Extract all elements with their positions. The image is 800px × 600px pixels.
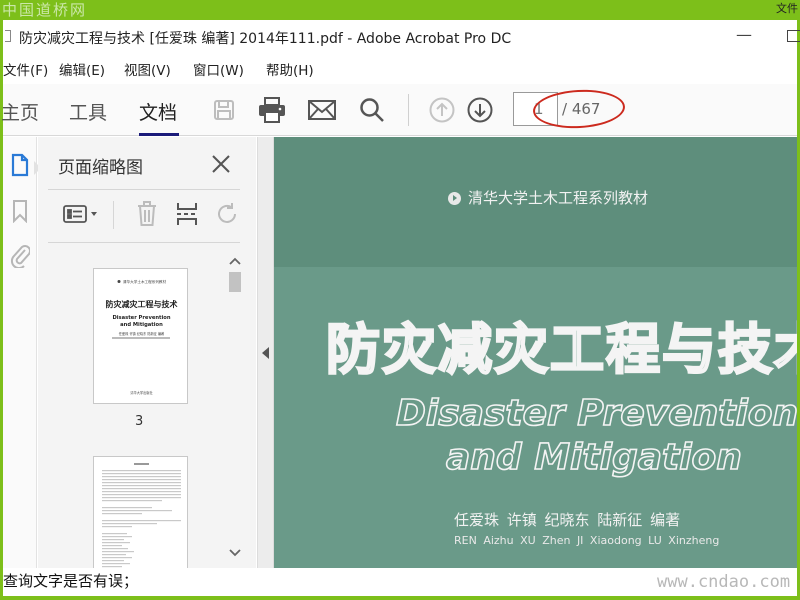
menu-bar: 文件(F) 编辑(E) 视图(V) 窗口(W) 帮助(H) <box>3 56 797 80</box>
thumbnail-en-title-1: Disaster Prevention <box>112 315 170 321</box>
attachments-button[interactable] <box>7 241 33 269</box>
panel-splitter[interactable] <box>257 137 274 568</box>
window-title-bar: 防灾减灾工程与技术 [任爱珠 编著] 2014年111.pdf - Adobe … <box>3 20 800 54</box>
cover-authors-chinese: 任爱珠 许镇 纪晓东 陆新征 编著 <box>454 511 681 529</box>
toolbar-separator <box>408 94 409 126</box>
thumbnail-cover-preview: 清华大学土木工程系列教材 防灾减灾工程与技术 Disaster Preventi… <box>106 279 178 395</box>
window-title: 防灾减灾工程与技术 [任爱珠 编著] 2014年111.pdf - Adobe … <box>19 31 512 47</box>
page-thumbnails-icon <box>11 153 29 177</box>
insert-page-icon <box>177 203 197 225</box>
rotate-page-button[interactable] <box>212 199 242 229</box>
close-icon <box>212 155 230 173</box>
scroll-up-arrow[interactable] <box>228 254 242 268</box>
page-thumbnails-panel: 页面缩略图 清华大学土木工程系列教材 防灾减灾工程与技术 Disaster Pr… <box>38 137 256 576</box>
thumbnail-page-number: 3 <box>135 414 144 429</box>
panel-close-button[interactable] <box>206 149 236 179</box>
panel-title: 页面缩略图 <box>58 158 143 178</box>
bottom-frame-border <box>0 596 800 600</box>
thumbnail-publisher-text: 清华大学出版社 <box>130 390 153 395</box>
panel-divider <box>48 189 240 190</box>
tab-tools[interactable]: 工具 <box>69 98 107 125</box>
attachment-icon <box>10 245 30 268</box>
previous-page-button[interactable] <box>427 96 457 124</box>
thumbnail-title-text: 防灾减灾工程与技术 <box>106 299 178 309</box>
save-button[interactable] <box>209 96 239 124</box>
options-menu-button[interactable] <box>60 199 102 229</box>
clipped-caption-text: 查询文字是否有误； <box>3 572 139 590</box>
mail-icon <box>308 100 336 120</box>
scrollbar-track[interactable] <box>229 272 241 544</box>
panel-tool-separator <box>113 201 114 229</box>
bookmarks-button[interactable] <box>7 197 33 225</box>
page-thumbnails-button[interactable] <box>7 151 33 179</box>
clipped-top-text: 文件 <box>776 2 798 15</box>
play-bullet-icon <box>448 192 461 205</box>
thumbnail-scrollbar[interactable] <box>228 254 242 563</box>
chevron-up-icon <box>229 257 241 265</box>
page-thumbnail-current[interactable]: 清华大学土木工程系列教材 防灾减灾工程与技术 Disaster Preventi… <box>93 268 188 404</box>
delete-page-button[interactable] <box>132 199 162 229</box>
chevron-down-icon <box>229 549 241 557</box>
insert-page-button[interactable] <box>172 199 202 229</box>
thumbnail-author-line <box>112 337 170 339</box>
menu-view[interactable]: 视图(V) <box>124 59 171 79</box>
cover-series-text: 清华大学土木工程系列教材 <box>468 189 649 207</box>
menu-help[interactable]: 帮助(H) <box>266 59 314 79</box>
left-navigation-rail <box>3 137 41 568</box>
minimize-icon[interactable]: — <box>733 24 755 46</box>
email-button[interactable] <box>307 96 337 124</box>
collapse-panel-icon[interactable] <box>262 347 269 359</box>
scroll-down-arrow[interactable] <box>228 546 242 560</box>
thumbnail-en-title-2: and Mitigation <box>120 322 163 328</box>
site-watermark-bottom: www.cndao.com <box>657 572 791 592</box>
options-menu-icon <box>63 205 97 223</box>
cover-authors-english: REN Aizhu XU Zhen JI Xiaodong LU Xinzhen… <box>454 534 720 547</box>
cover-english-title-line1: Disaster Prevention <box>395 392 797 435</box>
document-view[interactable]: 清华大学土木工程系列教材 防灾减灾工程与技术 Disaster Preventi… <box>274 137 797 568</box>
panel-divider <box>48 242 240 243</box>
thumbnail-authors-text: 任爱珠 许镇 纪晓东 陆新征 编著 <box>119 331 165 336</box>
print-icon <box>259 97 285 123</box>
site-watermark-top: 中国道桥网 <box>2 1 88 19</box>
rotate-icon <box>218 203 236 223</box>
main-toolbar: 主页 工具 文档 1 / 467 <box>1 84 797 136</box>
search-icon <box>360 98 384 122</box>
scrollbar-handle[interactable] <box>229 272 241 292</box>
menu-file[interactable]: 文件(F) <box>3 59 48 79</box>
active-tab-indicator <box>139 133 179 136</box>
cover-english-title-line2: and Mitigation <box>445 436 743 479</box>
maximize-icon[interactable] <box>787 30 800 42</box>
tab-home[interactable]: 主页 <box>1 98 39 125</box>
next-page-button[interactable] <box>465 96 495 124</box>
print-button[interactable] <box>257 96 287 124</box>
thumbnail-text-page-preview <box>102 463 181 568</box>
page-down-icon <box>467 97 493 123</box>
delete-icon <box>138 201 156 226</box>
cover-chinese-title: 防灾减灾工程与技术 <box>325 317 797 383</box>
page-thumbnail-next[interactable] <box>93 456 188 576</box>
top-frame-stripe: 中国道桥网 文件 <box>0 0 800 20</box>
thumbnail-series-text: 清华大学土木工程系列教材 <box>123 279 167 284</box>
tab-document[interactable]: 文档 <box>139 98 177 125</box>
page-up-icon <box>429 97 455 123</box>
document-icon <box>5 30 11 42</box>
menu-window[interactable]: 窗口(W) <box>193 59 244 79</box>
bookmark-icon <box>13 200 27 223</box>
search-button[interactable] <box>357 96 387 124</box>
menu-edit[interactable]: 编辑(E) <box>59 59 105 79</box>
save-icon <box>214 100 234 120</box>
